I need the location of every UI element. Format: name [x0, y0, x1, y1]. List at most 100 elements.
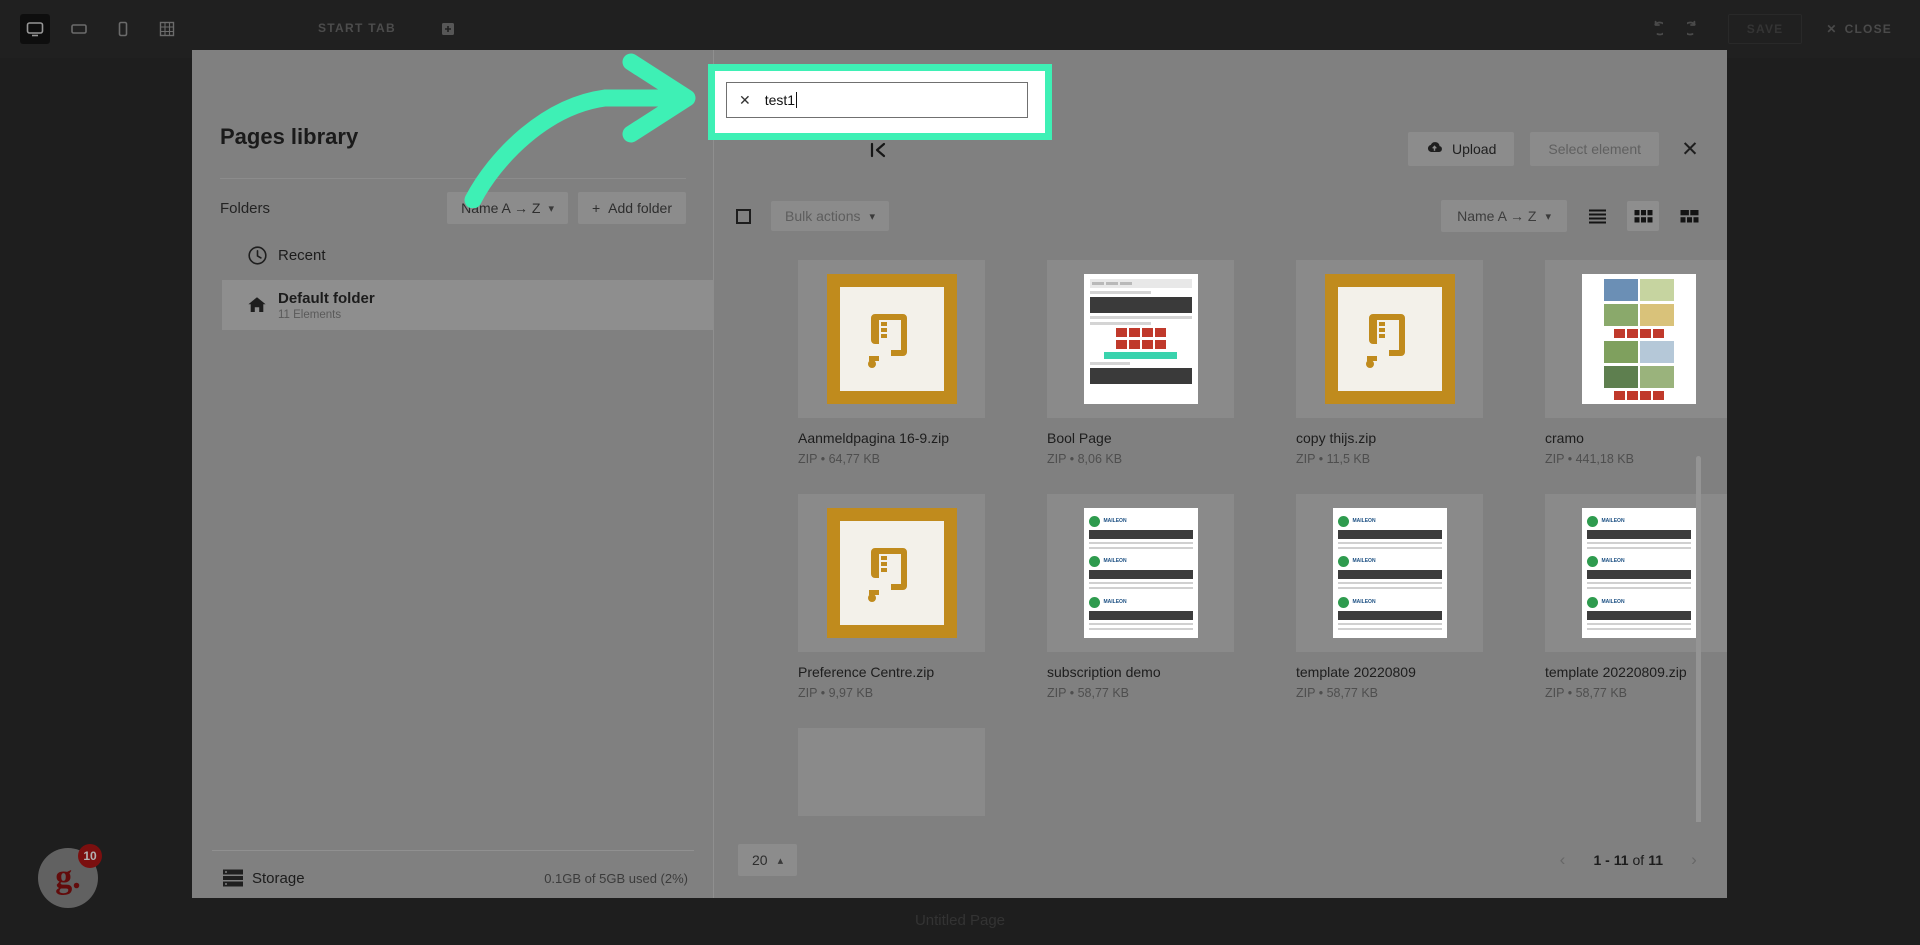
folders-actions: Name A → Z ▾ + Add folder: [447, 192, 686, 224]
list-view-icon[interactable]: [1581, 201, 1613, 231]
file-meta: ZIP • 9,97 KB: [798, 686, 874, 700]
maileon-preview: MAILEON MAILEON MAILEON: [1581, 508, 1696, 638]
divider: [212, 850, 694, 851]
divider: [220, 178, 686, 179]
search-field-wrapper: ✕ test1: [726, 82, 1028, 118]
sidebar-item-default-folder[interactable]: Default folder 11 Elements: [222, 280, 714, 330]
mixed-view-icon[interactable]: [1673, 201, 1705, 231]
chevron-up-icon: ▴: [777, 854, 784, 867]
files-grid: Aanmeldpagina 16-9.zip ZIP • 64,77 KB Bo…: [714, 250, 1727, 822]
zip-archive-icon: [1324, 274, 1455, 404]
page-size-value: 20: [752, 852, 768, 868]
prev-page-button[interactable]: ‹: [1553, 850, 1571, 870]
upload-button[interactable]: Upload: [1408, 132, 1515, 166]
sidebar-item-recent-texts: Recent: [278, 247, 326, 264]
bulk-actions-dropdown[interactable]: Bulk actions ▾: [771, 201, 890, 231]
select-all-checkbox[interactable]: [736, 208, 751, 224]
folders-panel: Pages library Folders Name A → Z ▾ + Add…: [192, 50, 714, 898]
grid-view-icon[interactable]: [1627, 201, 1659, 231]
list-item[interactable]: copy thijs.zip ZIP • 11,5 KB: [1296, 260, 1483, 466]
bulk-actions-label: Bulk actions: [785, 208, 861, 224]
list-item[interactable]: Bool Page ZIP • 8,06 KB: [1047, 260, 1234, 466]
sidebar-item-label: Default folder: [278, 289, 375, 307]
list-item[interactable]: Preference Centre.zip ZIP • 9,97 KB: [798, 494, 985, 700]
chevron-down-icon: ▾: [1545, 210, 1551, 223]
sidebar-item-label: Recent: [278, 246, 326, 264]
thumbnail: [798, 494, 985, 652]
thumbnail: [1545, 260, 1727, 418]
thumbnail: [1047, 260, 1234, 418]
home-icon: [236, 294, 278, 316]
page-size-dropdown[interactable]: 20 ▴: [738, 844, 798, 876]
thumbnail: [798, 728, 985, 816]
page-preview: [1083, 274, 1198, 404]
folder-sort-dropdown[interactable]: Name A → Z ▾: [447, 192, 568, 224]
collapse-panel-icon[interactable]: [864, 136, 892, 164]
files-grid-area[interactable]: Aanmeldpagina 16-9.zip ZIP • 64,77 KB Bo…: [714, 250, 1727, 822]
next-page-button[interactable]: ›: [1685, 850, 1703, 870]
storage-row: Storage 0.1GB of 5GB used (2%): [214, 858, 694, 898]
page-preview: [1581, 274, 1696, 404]
server-icon: [214, 868, 252, 888]
file-meta: ZIP • 58,77 KB: [1296, 686, 1378, 700]
sidebar-item-count: 11 Elements: [278, 308, 342, 321]
maileon-preview: MAILEON MAILEON MAILEON: [1332, 508, 1447, 638]
scrollbar[interactable]: [1696, 456, 1701, 822]
list-item[interactable]: [798, 728, 985, 816]
close-icon[interactable]: ✕: [1675, 134, 1705, 164]
thumbnail: [1296, 260, 1483, 418]
library-content-panel: Upload Select element ✕ Filters Bulk act…: [714, 50, 1727, 898]
cloud-upload-icon: [1426, 141, 1443, 157]
storage-label: Storage: [252, 869, 305, 887]
folder-sort-label: Name A → Z: [461, 200, 541, 216]
sort-label: Name A → Z: [1457, 208, 1537, 224]
search-value: test1: [764, 92, 798, 108]
view-controls: Name A → Z ▾: [1441, 200, 1705, 232]
zip-archive-icon: [826, 274, 957, 404]
folders-header: Folders Name A → Z ▾ + Add folder: [220, 190, 686, 226]
sort-dropdown[interactable]: Name A → Z ▾: [1441, 200, 1567, 232]
chevron-down-icon: ▾: [548, 202, 554, 215]
upload-label: Upload: [1452, 141, 1497, 157]
file-meta: ZIP • 64,77 KB: [798, 452, 880, 466]
screen-root: START TAB SAVE ✕ CLOSE Untitled Page g. …: [0, 0, 1920, 945]
maileon-preview: MAILEON MAILEON MAILEON: [1083, 508, 1198, 638]
chevron-down-icon: ▾: [869, 210, 876, 223]
bulk-actions-row: Bulk actions ▾ Name A → Z ▾: [714, 194, 1727, 238]
list-item[interactable]: cramo ZIP • 441,18 KB: [1545, 260, 1727, 466]
sidebar-item-default-texts: Default folder 11 Elements: [278, 290, 375, 321]
sidebar-item-recent[interactable]: Recent: [222, 230, 714, 280]
text-cursor: [796, 92, 798, 108]
file-name: copy thijs.zip: [1296, 430, 1377, 446]
select-element-button[interactable]: Select element: [1530, 132, 1659, 166]
file-name: Bool Page: [1047, 430, 1112, 446]
file-name: Aanmeldpagina 16-9.zip: [798, 430, 949, 446]
pagination-bar: 20 ▴ ‹ 1 - 11 of 11 ›: [714, 822, 1727, 898]
clear-icon[interactable]: ✕: [739, 92, 751, 109]
file-name: template 20220809: [1296, 664, 1416, 680]
page-title: Pages library: [220, 124, 359, 149]
pagination-of-label: of: [1632, 852, 1645, 868]
thumbnail: [798, 260, 985, 418]
add-folder-label: Add folder: [608, 200, 672, 216]
file-meta: ZIP • 58,77 KB: [1047, 686, 1129, 700]
pages-library-modal: Pages library Folders Name A → Z ▾ + Add…: [192, 50, 1727, 898]
file-name: cramo: [1545, 430, 1584, 446]
list-item[interactable]: MAILEON MAILEON MAILEON subscription dem…: [1047, 494, 1234, 700]
pagination-range: 1 - 11: [1593, 852, 1629, 868]
pagination-info: 1 - 11 of 11: [1593, 852, 1663, 868]
list-item[interactable]: Aanmeldpagina 16-9.zip ZIP • 64,77 KB: [798, 260, 985, 466]
folders-label: Folders: [220, 199, 271, 217]
file-name: Preference Centre.zip: [798, 664, 935, 680]
file-meta: ZIP • 11,5 KB: [1296, 452, 1371, 466]
search-input[interactable]: ✕ test1: [726, 82, 1028, 118]
add-folder-button[interactable]: + Add folder: [577, 192, 686, 224]
pagination-controls: ‹ 1 - 11 of 11 ›: [1553, 850, 1703, 870]
storage-usage-text: 0.1GB of 5GB used (2%): [544, 870, 688, 886]
file-meta: ZIP • 8,06 KB: [1047, 452, 1123, 466]
list-item[interactable]: MAILEON MAILEON MAILEON template 2022080…: [1296, 494, 1483, 700]
thumbnail: MAILEON MAILEON MAILEON: [1296, 494, 1483, 652]
clock-icon: [236, 245, 278, 266]
plus-icon: +: [591, 200, 601, 216]
pagination-total: 11: [1648, 852, 1663, 868]
